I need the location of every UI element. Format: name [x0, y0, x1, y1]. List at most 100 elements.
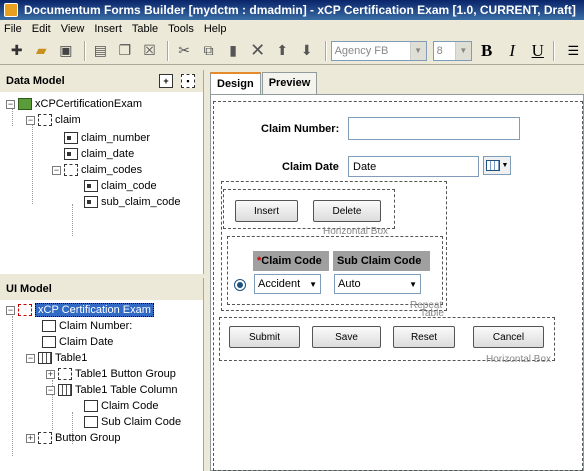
claim-date-label: Claim Date	[282, 161, 339, 173]
app-icon	[4, 3, 18, 17]
claim-code-select[interactable]: Accident ▼	[254, 274, 321, 294]
menu-table[interactable]: Table	[132, 23, 158, 35]
font-size-select[interactable]: 8 ▼	[432, 40, 472, 61]
tree-node-claim-codes[interactable]: − claim_codes	[52, 162, 142, 178]
tree-label: Table1 Button Group	[75, 368, 176, 380]
field-icon	[84, 196, 98, 208]
button-group-icon	[58, 368, 72, 380]
claim-number-label: Claim Number:	[261, 123, 340, 135]
collapse-icon[interactable]: −	[52, 165, 61, 175]
copy-doc-icon[interactable]: ❐	[114, 40, 136, 62]
tree-node-ui-claim-code[interactable]: Claim Code	[84, 398, 158, 414]
menu-bar: File Edit View Insert Table Tools Help	[0, 20, 584, 37]
move-up-icon[interactable]: ⬆	[271, 40, 293, 62]
toolbar-separator	[83, 40, 86, 61]
italic-button[interactable]: I	[501, 40, 523, 62]
open-folder-icon[interactable]: ▰	[31, 40, 53, 62]
expand-icon[interactable]: +	[46, 369, 55, 379]
menu-view[interactable]: View	[61, 23, 85, 35]
save-button[interactable]: Save	[312, 326, 381, 348]
underline-button[interactable]: U	[527, 40, 549, 62]
tree-node-ui-claim-date[interactable]: Claim Date	[42, 334, 113, 350]
ui-model-panel: UI Model − xCP Certification Exam Claim …	[0, 278, 204, 471]
claim-date-input[interactable]: Date	[348, 156, 479, 177]
align-icon[interactable]: ☰	[563, 40, 584, 62]
tree-node-ui-sub-claim-code[interactable]: Sub Claim Code	[84, 414, 181, 430]
reset-button[interactable]: Reset	[393, 326, 455, 348]
collapse-icon[interactable]: −	[6, 305, 15, 315]
textbox-icon	[42, 320, 56, 332]
paste-icon[interactable]: ▮	[222, 40, 244, 62]
save-icon[interactable]: ▣	[55, 40, 77, 62]
tree-label: Claim Number:	[59, 320, 133, 332]
submit-button[interactable]: Submit	[229, 326, 300, 348]
group-node-icon[interactable]: ▪	[181, 74, 195, 88]
move-down-icon[interactable]: ⬇	[296, 40, 318, 62]
row-selector-radio[interactable]	[234, 279, 246, 291]
new-icon[interactable]: ✚	[6, 40, 28, 62]
font-name-value: Agency FB	[334, 44, 389, 57]
tree-node-ui-root[interactable]: − xCP Certification Exam	[6, 302, 154, 318]
menu-file[interactable]: File	[4, 23, 22, 35]
bold-button[interactable]: B	[476, 40, 498, 62]
scissors-icon[interactable]: ✂	[173, 40, 195, 62]
tab-preview[interactable]: Preview	[261, 72, 318, 94]
font-name-select[interactable]: Agency FB ▼	[330, 40, 427, 61]
delete-icon[interactable]: ✕	[247, 40, 269, 62]
delete-button[interactable]: Delete	[313, 200, 381, 222]
menu-edit[interactable]: Edit	[32, 23, 51, 35]
insert-button[interactable]: Insert	[235, 200, 298, 222]
menu-help[interactable]: Help	[204, 23, 227, 35]
tree-label: claim_codes	[81, 164, 143, 176]
tree-label: xCPCertificationExam	[35, 98, 142, 110]
chevron-down-icon: ▼	[501, 162, 509, 169]
copy-icon[interactable]: ⧉	[198, 40, 220, 62]
menu-tools[interactable]: Tools	[168, 23, 194, 35]
collapse-icon[interactable]: −	[46, 385, 55, 395]
tree-node-claim[interactable]: − claim	[26, 112, 81, 128]
ui-model-tree: − xCP Certification Exam Claim Number: C…	[0, 300, 203, 456]
tree-node-ui-table1-button-group[interactable]: + Table1 Button Group	[46, 366, 176, 382]
tree-label: claim	[55, 114, 81, 126]
cut-doc-icon[interactable]: ▤	[90, 40, 112, 62]
chevron-down-icon: ▼	[454, 41, 471, 60]
collapse-icon[interactable]: −	[6, 99, 15, 109]
tree-node-sub-claim-code[interactable]: sub_claim_code	[84, 194, 181, 210]
tab-design[interactable]: Design	[210, 72, 261, 94]
collapse-icon[interactable]: −	[26, 115, 35, 125]
tree-node-ui-table1[interactable]: − Table1	[26, 350, 87, 366]
field-icon	[64, 132, 78, 144]
ui-model-header: UI Model	[0, 278, 203, 300]
calendar-grid-icon	[485, 160, 500, 171]
field-icon	[84, 180, 98, 192]
group-icon	[64, 164, 78, 176]
tree-node-ui-table1-table-column[interactable]: − Table1 Table Column	[46, 382, 178, 398]
toolbar: ✚ ▰ ▣ ▤ ❐ ☒ ✂ ⧉ ▮ ✕ ⬆ ⬇ Agency FB ▼ 8 ▼ …	[0, 37, 584, 65]
editor-area: Design Preview Claim Number: Claim Date …	[206, 70, 584, 471]
tree-node-claim-number[interactable]: claim_number	[64, 130, 150, 146]
tree-node-claim-date[interactable]: claim_date	[64, 146, 134, 162]
collapse-icon[interactable]: −	[26, 353, 35, 363]
tree-node-claim-code[interactable]: claim_code	[84, 178, 157, 194]
expand-icon[interactable]: +	[26, 433, 35, 443]
sub-claim-code-select[interactable]: Auto ▼	[334, 274, 421, 294]
data-model-panel: Data Model + ▪ − xCPCertificationExam − …	[0, 70, 204, 274]
calendar-icon[interactable]: ▼	[483, 156, 511, 175]
design-canvas[interactable]: Claim Number: Claim Date Date ▼ Insert D…	[210, 94, 584, 471]
chevron-down-icon: ▼	[409, 280, 417, 289]
tree-label: claim_number	[81, 132, 151, 144]
delete-doc-icon[interactable]: ☒	[139, 40, 161, 62]
tree-node-root[interactable]: − xCPCertificationExam	[6, 96, 142, 112]
claim-number-input[interactable]	[348, 117, 520, 140]
cancel-button[interactable]: Cancel	[473, 326, 544, 348]
button-group-icon	[38, 432, 52, 444]
tree-label: Sub Claim Code	[101, 416, 182, 428]
tree-node-ui-button-group[interactable]: + Button Group	[26, 430, 120, 446]
menu-insert[interactable]: Insert	[94, 23, 122, 35]
toolbar-separator	[552, 40, 555, 61]
tree-node-ui-claim-number[interactable]: Claim Number:	[42, 318, 132, 334]
data-model-header: Data Model + ▪	[0, 70, 203, 92]
add-node-icon[interactable]: +	[159, 74, 173, 88]
tree-label: Button Group	[55, 432, 121, 444]
editor-tabs: Design Preview	[210, 72, 318, 94]
